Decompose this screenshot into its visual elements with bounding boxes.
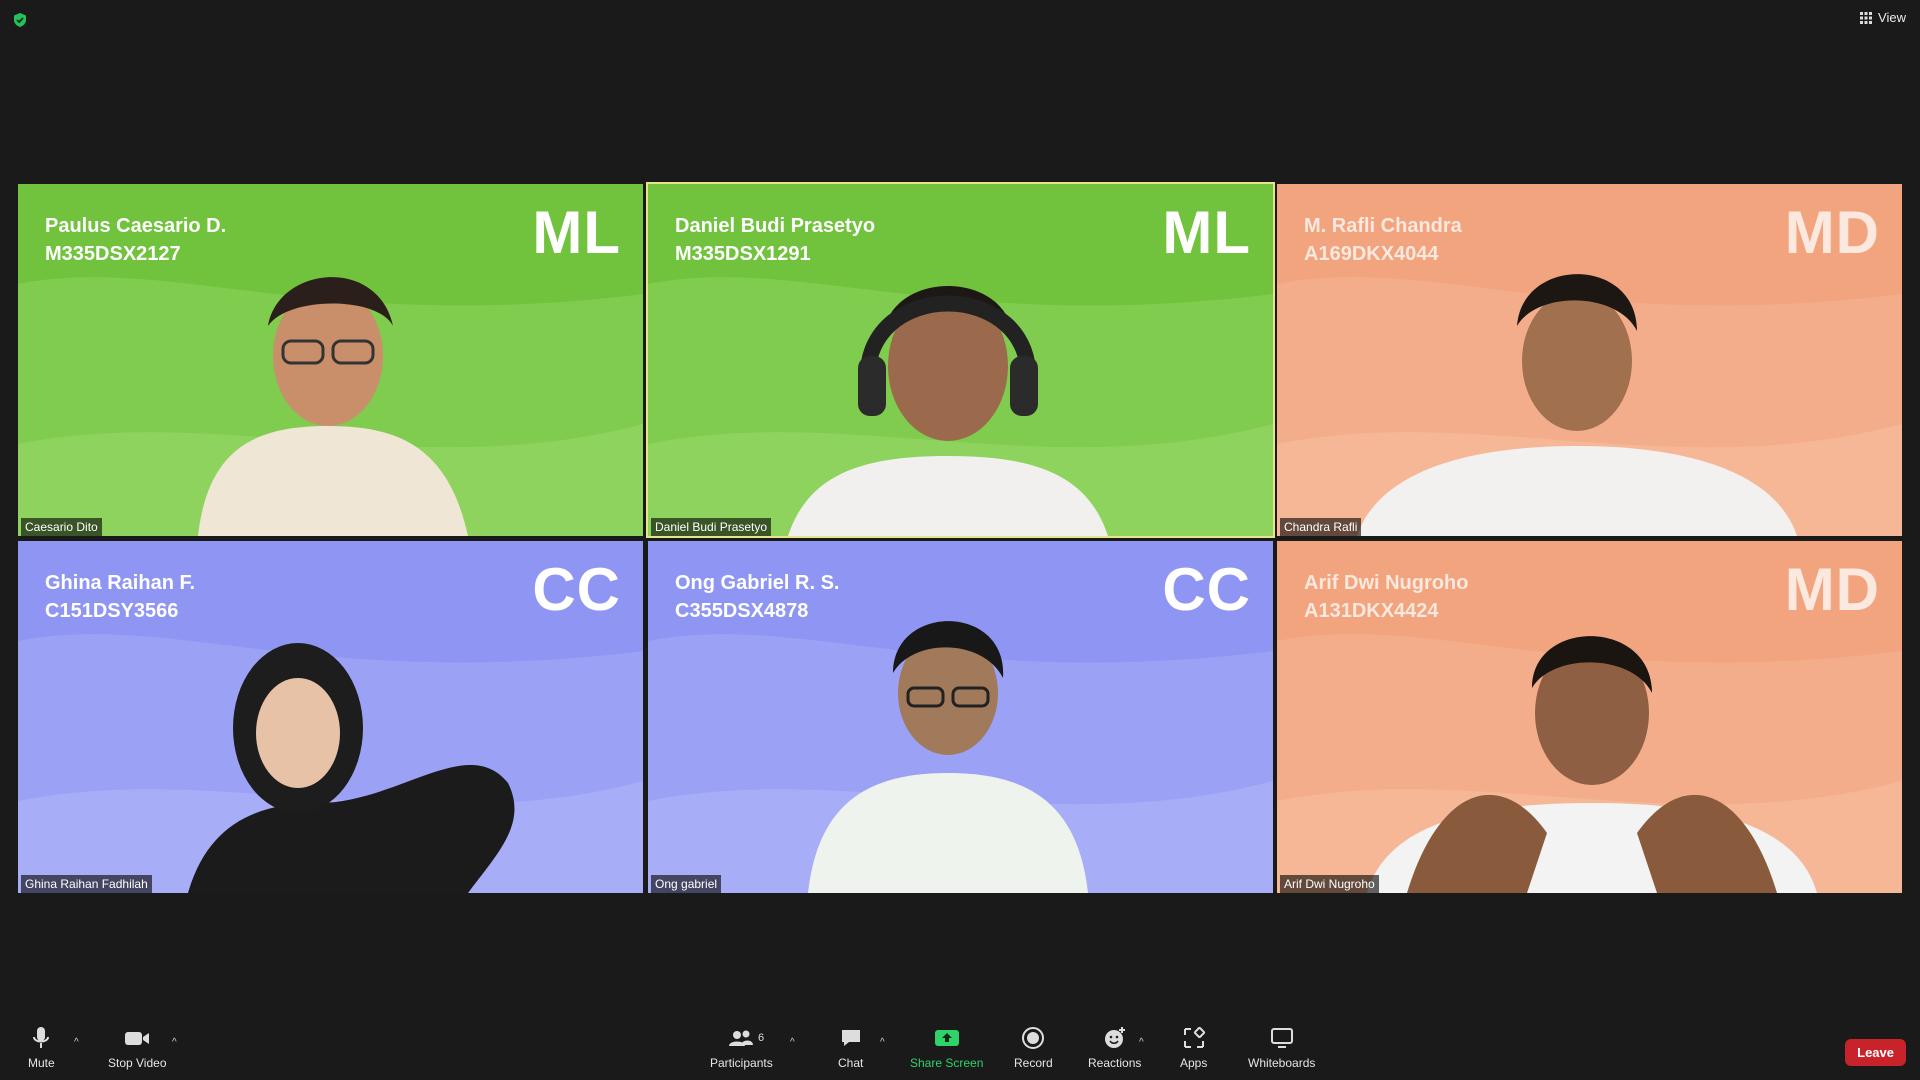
mute-label: Mute	[28, 1056, 55, 1070]
video-tile[interactable]: Arif Dwi Nugroho A131DKX4424 MD Arif Dwi…	[1277, 541, 1902, 893]
view-button[interactable]: View	[1860, 10, 1906, 25]
participant-video	[1367, 636, 1817, 893]
full-name: Arif Dwi Nugroho	[1304, 572, 1469, 594]
path-tag: CC	[1162, 556, 1251, 623]
reactions-smiley-icon	[1104, 1027, 1125, 1048]
participant-video	[788, 286, 1108, 536]
participant-video	[808, 621, 1088, 893]
chat-button[interactable]: Chat	[838, 1026, 863, 1070]
path-tag: ML	[532, 199, 621, 266]
full-name: Paulus Caesario D.	[45, 215, 227, 237]
full-name: Ong Gabriel R. S.	[675, 572, 840, 594]
path-tag: ML	[1162, 199, 1251, 266]
record-icon	[1022, 1027, 1045, 1049]
stop-video-button[interactable]: Stop Video	[108, 1026, 167, 1070]
chat-bubble-icon	[841, 1030, 860, 1046]
video-tile-active-speaker[interactable]: Daniel Budi Prasetyo M335DSX1291 ML Dani…	[646, 182, 1275, 538]
participants-icon	[729, 1030, 754, 1046]
security-shield-icon[interactable]	[12, 12, 28, 28]
stop-video-label: Stop Video	[108, 1056, 167, 1070]
share-screen-icon	[934, 1030, 959, 1046]
grid-view-icon	[1860, 11, 1873, 24]
share-screen-label: Share Screen	[910, 1056, 984, 1070]
participant-nametag: Ong gabriel	[651, 875, 722, 893]
whiteboards-button[interactable]: Whiteboards	[1248, 1026, 1315, 1070]
chat-label: Chat	[838, 1056, 864, 1070]
participant-nametag: Ghina Raihan Fadhilah	[21, 875, 152, 893]
leave-button[interactable]: Leave	[1845, 1039, 1906, 1066]
video-tile[interactable]: Ong Gabriel R. S. C355DSX4878 CC Ong gab…	[648, 541, 1273, 893]
whiteboards-label: Whiteboards	[1248, 1056, 1316, 1070]
full-name: M. Rafli Chandra	[1304, 215, 1462, 237]
mute-button[interactable]: Mute	[28, 1026, 55, 1070]
record-button[interactable]: Record	[1014, 1026, 1053, 1070]
meeting-toolbar: Mute ^ Stop Video ^ Participants 6 ^ Cha…	[0, 1010, 1920, 1080]
apps-button[interactable]: Apps	[1180, 1026, 1207, 1070]
participant-video	[188, 643, 515, 893]
video-tile[interactable]: M. Rafli Chandra A169DKX4044 MD Chandra …	[1277, 184, 1902, 536]
full-name: Ghina Raihan F.	[45, 572, 196, 594]
apps-icon	[1183, 1026, 1205, 1048]
apps-label: Apps	[1180, 1056, 1208, 1070]
participant-video	[198, 277, 468, 536]
chat-options-caret-icon[interactable]: ^	[880, 1037, 885, 1048]
participant-nametag: Chandra Rafli	[1280, 518, 1362, 536]
participants-count: 6	[758, 1032, 765, 1044]
video-tile[interactable]: Ghina Raihan F. C151DSY3566 CC Ghina Rai…	[18, 541, 643, 893]
share-screen-button[interactable]: Share Screen	[910, 1026, 983, 1070]
participant-nametag: Daniel Budi Prasetyo	[651, 518, 772, 536]
reactions-label: Reactions	[1088, 1056, 1142, 1070]
reactions-options-caret-icon[interactable]: ^	[1139, 1037, 1144, 1048]
whiteboard-icon	[1270, 1028, 1293, 1048]
participant-nametag: Arif Dwi Nugroho	[1280, 875, 1379, 893]
participant-video	[1357, 274, 1797, 536]
mute-options-caret-icon[interactable]: ^	[74, 1037, 79, 1048]
reactions-button[interactable]: Reactions	[1088, 1026, 1141, 1070]
video-options-caret-icon[interactable]: ^	[172, 1037, 177, 1048]
view-label: View	[1878, 10, 1906, 25]
participants-label: Participants	[710, 1056, 773, 1070]
record-label: Record	[1014, 1056, 1053, 1070]
video-gallery: Paulus Caesario D. M335DSX2127 ML Caesar…	[18, 182, 1902, 894]
microphone-icon	[33, 1027, 50, 1048]
participants-options-caret-icon[interactable]: ^	[790, 1037, 795, 1048]
video-tile[interactable]: Paulus Caesario D. M335DSX2127 ML Caesar…	[18, 184, 643, 536]
video-camera-icon	[125, 1032, 150, 1045]
participant-nametag: Caesario Dito	[21, 518, 102, 536]
